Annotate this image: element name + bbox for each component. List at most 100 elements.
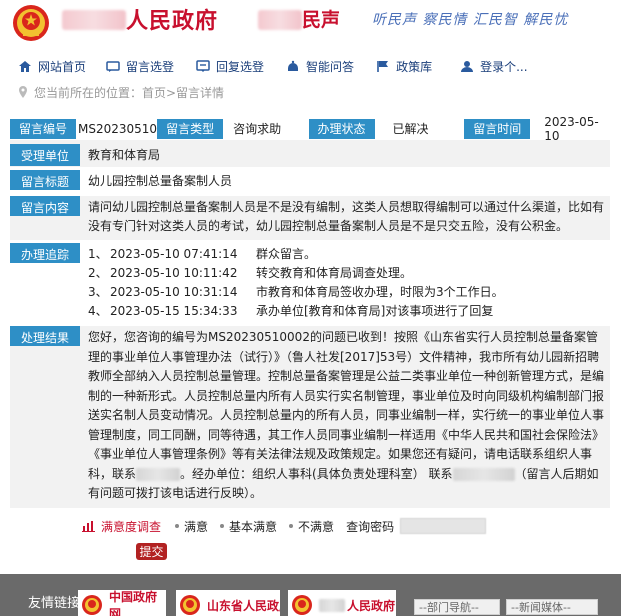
satisfaction-survey: 满意度调查 满意 基本满意 不满意 查询密码 bbox=[82, 516, 487, 536]
radio-dot-icon bbox=[175, 524, 180, 528]
link-label: 中国政府网 bbox=[109, 590, 158, 616]
track-item: 2、 2023-05-10 10:11:42 转交教育和体育局调查处理。 bbox=[88, 264, 606, 283]
user-icon bbox=[461, 60, 474, 72]
message-detail: 留言编号 MS20230510 留言类型 咨询求助 办理状态 已解决 留言时间 … bbox=[10, 115, 610, 509]
radio-unsatisfied[interactable]: 不满意 bbox=[289, 518, 334, 535]
track-text: 群众留言。 bbox=[256, 247, 317, 261]
main-nav: 网站首页 留言选登 回复选登 智能问答 政策库 登录个... bbox=[0, 54, 621, 78]
redacted-phone bbox=[136, 467, 181, 481]
survey-title: 满意度调查 bbox=[101, 519, 162, 534]
link-shandong-gov[interactable]: 山东省人民政府 bbox=[176, 590, 280, 616]
subject-label: 留言标题 bbox=[10, 170, 80, 190]
link-label: 山东省人民政府 bbox=[207, 598, 280, 613]
meta-row: 留言编号 MS20230510 留言类型 咨询求助 办理状态 已解决 留言时间 … bbox=[10, 115, 610, 143]
nav-label: 网站首页 bbox=[38, 59, 87, 74]
track-text: 市教育和体育局签收办理，时限为3个工作日。 bbox=[256, 285, 504, 299]
track-label: 办理追踪 bbox=[10, 243, 80, 263]
redacted-city-name bbox=[319, 598, 345, 612]
flag-icon bbox=[377, 60, 389, 72]
message-icon bbox=[106, 60, 120, 72]
content-label: 留言内容 bbox=[10, 196, 80, 216]
radio-dot-icon bbox=[220, 524, 225, 528]
radio-basic-satisfied[interactable]: 基本满意 bbox=[220, 518, 277, 535]
national-emblem-icon bbox=[292, 595, 312, 615]
track-index: 4、 bbox=[88, 304, 108, 318]
result-row: 处理结果 您好，您咨询的编号为MS20230510002的问题已收到！按照《山东… bbox=[10, 326, 610, 509]
unit-value: 教育和体育局 bbox=[88, 144, 610, 167]
nav-label: 回复选登 bbox=[216, 59, 265, 74]
site-title[interactable]: 人民政府 bbox=[126, 3, 218, 35]
radio-label: 不满意 bbox=[298, 519, 335, 534]
password-label: 查询密码 bbox=[346, 519, 395, 534]
nav-item-policy[interactable]: 政策库 bbox=[376, 54, 432, 78]
robot-icon bbox=[288, 60, 299, 71]
unit-label: 受理单位 bbox=[10, 144, 80, 166]
status-label: 办理状态 bbox=[308, 118, 375, 139]
redacted-city-name bbox=[62, 10, 126, 30]
national-emblem-logo bbox=[13, 5, 49, 41]
type-label: 留言类型 bbox=[157, 118, 224, 139]
nav-item-qa[interactable]: 智能问答 bbox=[286, 54, 354, 78]
query-password-input[interactable] bbox=[400, 518, 487, 534]
site-subtitle: 民声 bbox=[302, 9, 341, 31]
nav-item-messages[interactable]: 留言选登 bbox=[106, 54, 174, 78]
track-text: 转交教育和体育局调查处理。 bbox=[256, 266, 413, 280]
track-text: 承办单位[教育和体育局]对该事项进行了回复 bbox=[256, 304, 494, 318]
result-text: 您好，您咨询的编号为MS20230510002的问题已收到！按照《山东省实行人员… bbox=[88, 330, 605, 481]
subject-row: 留言标题 幼儿园控制总量备案制人员 bbox=[10, 170, 610, 194]
link-gov-cn[interactable]: 中国政府网 bbox=[78, 590, 166, 616]
nav-item-home[interactable]: 网站首页 bbox=[18, 54, 86, 78]
track-time: 2023-05-10 10:11:42 bbox=[110, 266, 238, 280]
track-row: 办理追踪 1、 2023-05-10 07:41:14 群众留言。 2、 202… bbox=[10, 243, 610, 324]
radio-satisfied[interactable]: 满意 bbox=[175, 518, 208, 535]
chart-bar-icon bbox=[82, 521, 95, 532]
link-city-gov[interactable]: 人民政府 bbox=[288, 590, 396, 616]
content-row: 留言内容 请问幼儿园控制总量备案制人员是不是没有编制，这类人员想取得编制可以通过… bbox=[10, 196, 610, 241]
result-text: 。经办单位：组织人事科(具体负责处理科室） 联系 bbox=[180, 466, 453, 481]
track-item: 4、 2023-05-15 15:34:33 承办单位[教育和体育局]对该事项进… bbox=[88, 302, 606, 321]
message-type: 咨询求助 bbox=[233, 122, 282, 136]
track-index: 1、 bbox=[88, 247, 108, 261]
subject-value: 幼儿园控制总量备案制人员 bbox=[88, 170, 610, 193]
site-slogan: 听民声 察民情 汇民智 解民忧 bbox=[372, 12, 569, 28]
national-emblem-icon bbox=[82, 595, 102, 615]
department-nav-select[interactable]: --部门导航-- bbox=[414, 599, 500, 615]
news-media-select[interactable]: --新闻媒体-- bbox=[506, 599, 598, 615]
national-emblem-icon bbox=[180, 595, 200, 615]
redacted-phone bbox=[452, 467, 515, 481]
result-label: 处理结果 bbox=[10, 326, 80, 346]
redacted-city-name-2 bbox=[258, 10, 302, 30]
radio-label: 满意 bbox=[184, 519, 209, 534]
nav-item-login[interactable]: 登录个... bbox=[460, 54, 528, 78]
track-index: 2、 bbox=[88, 266, 108, 280]
site-header: 人民政府 民声 听民声 察民情 汇民智 解民忧 bbox=[0, 0, 621, 46]
footer-label: 友情链接 bbox=[28, 596, 81, 611]
track-index: 3、 bbox=[88, 285, 108, 299]
radio-dot-icon bbox=[289, 524, 294, 528]
nav-label: 智能问答 bbox=[306, 59, 355, 74]
content-value: 请问幼儿园控制总量备案制人员是不是没有编制，这类人员想取得编制可以通过什么渠道，… bbox=[88, 196, 610, 240]
track-list: 1、 2023-05-10 07:41:14 群众留言。 2、 2023-05-… bbox=[88, 243, 610, 323]
track-item: 1、 2023-05-10 07:41:14 群众留言。 bbox=[88, 245, 606, 264]
result-value: 您好，您咨询的编号为MS20230510002的问题已收到！按照《山东省实行人员… bbox=[88, 326, 610, 508]
nav-label: 留言选登 bbox=[126, 59, 175, 74]
reply-icon bbox=[196, 59, 210, 72]
unit-row: 受理单位 教育和体育局 bbox=[10, 144, 610, 168]
nav-label: 政策库 bbox=[396, 59, 433, 74]
time-label: 留言时间 bbox=[464, 118, 531, 139]
breadcrumb-text[interactable]: 您当前所在的位置：首页>留言详情 bbox=[34, 84, 224, 101]
track-time: 2023-05-15 15:34:33 bbox=[110, 304, 238, 318]
nav-label: 登录个... bbox=[480, 59, 528, 74]
track-time: 2023-05-10 10:31:14 bbox=[110, 285, 238, 299]
breadcrumb: 您当前所在的位置：首页>留言详情 bbox=[18, 84, 224, 100]
home-icon bbox=[19, 60, 31, 72]
number-label: 留言编号 bbox=[10, 118, 77, 139]
nav-item-replies[interactable]: 回复选登 bbox=[196, 54, 264, 78]
location-pin-icon bbox=[19, 86, 27, 98]
radio-label: 基本满意 bbox=[229, 519, 278, 534]
message-number: MS20230510 bbox=[78, 121, 158, 136]
track-time: 2023-05-10 07:41:14 bbox=[110, 247, 238, 261]
footer-links: 友情链接 中国政府网 山东省人民政府 人民政府 --部门导航-- --新闻媒体-… bbox=[0, 574, 621, 616]
submit-button[interactable]: 提交 bbox=[136, 543, 167, 560]
link-label: 人民政府 bbox=[347, 598, 396, 613]
